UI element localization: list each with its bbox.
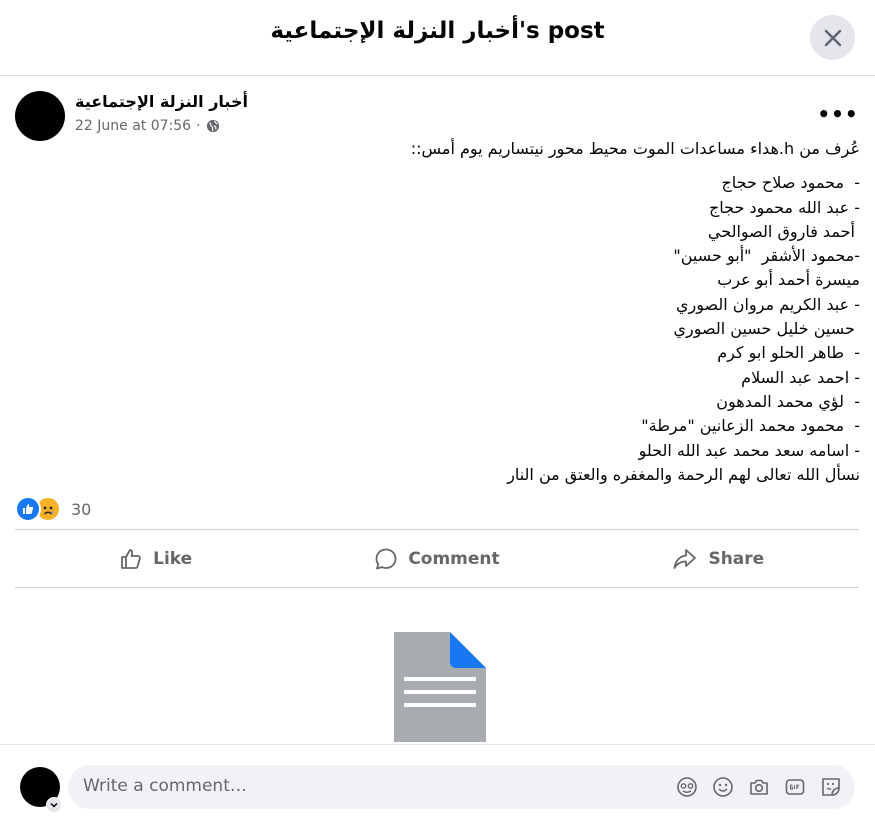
post-line: حسين خليل حسين الصوري	[673, 319, 860, 339]
avatar-sticker-button[interactable]	[675, 775, 699, 799]
post-timestamp[interactable]: 22 June at 07:56	[75, 118, 191, 134]
globe-icon	[206, 119, 219, 133]
like-button[interactable]: Like	[15, 530, 296, 587]
post-meta: 22 June at 07:56 ·	[75, 118, 220, 134]
post-text: عُرف من h.هداء مساعدات الموت محيط محور ن…	[20, 137, 860, 487]
gif-icon	[785, 779, 805, 795]
post-line: -محمود الأشقر "أبو حسين"	[673, 246, 860, 266]
more-options-button[interactable]: •••	[817, 100, 859, 128]
divider	[15, 587, 859, 588]
post-closing: نسأل الله تعالى لهم الرحمة والمغفره والع…	[507, 464, 860, 484]
post-line: - لؤي محمد المدهون	[716, 391, 860, 411]
more-options-icon: •••	[817, 102, 859, 126]
share-label: Share	[708, 548, 765, 569]
comment-label: Comment	[408, 548, 500, 569]
dialog-header: أخبار النزلة الإجتماعية's post	[0, 0, 875, 76]
page-avatar[interactable]	[15, 91, 65, 141]
post-line: أحمد فاروق الصوالحي	[707, 221, 860, 241]
post-line: - طاهر الحلو ابو كرم	[717, 343, 860, 363]
avatar-sticker-icon	[677, 777, 697, 797]
dialog-title: أخبار النزلة الإجتماعية's post	[270, 18, 605, 44]
close-button[interactable]	[810, 15, 855, 60]
post-line: ميسرة أحمد أبو عرب	[717, 270, 860, 290]
post-intro: عُرف من h.هداء مساعدات الموت محيط محور ن…	[410, 139, 860, 158]
post-line: - احمد عبد السلام	[741, 367, 860, 387]
camera-icon	[750, 779, 768, 795]
sticker-icon	[822, 778, 840, 796]
comment-input[interactable]: Write a comment…	[68, 765, 855, 809]
emoji-button[interactable]	[711, 775, 735, 799]
comment-placeholder: Write a comment…	[83, 776, 247, 796]
gif-button[interactable]	[783, 775, 807, 799]
share-button[interactable]: Share	[578, 530, 859, 587]
comment-icon	[375, 548, 397, 569]
page-name-link[interactable]: أخبار النزلة الإجتماعية	[75, 92, 248, 111]
like-label: Like	[153, 548, 193, 569]
document-icon	[394, 632, 486, 742]
profile-switcher[interactable]	[46, 797, 62, 813]
sticker-button[interactable]	[819, 775, 843, 799]
like-reaction-icon	[15, 496, 41, 522]
emoji-icon	[713, 777, 733, 797]
chevron-down-icon	[50, 802, 58, 808]
comment-tools	[675, 775, 843, 799]
share-icon	[674, 548, 697, 569]
reactions-summary[interactable]: 30	[15, 496, 91, 522]
reaction-count: 30	[71, 499, 92, 519]
like-icon	[121, 548, 141, 569]
meta-separator: ·	[196, 118, 201, 134]
post-line: - عبد الكريم مروان الصوري	[675, 294, 860, 314]
post-line: - اسامه سعد محمد عبد الله الحلو	[638, 440, 860, 460]
post-actions: Like Comment Share	[15, 530, 859, 587]
close-icon	[824, 29, 841, 46]
post-line: - عبد الله محمود حجاج	[708, 197, 860, 217]
camera-button[interactable]	[747, 775, 771, 799]
post-line: - محمود صلاح حجاج	[721, 173, 860, 193]
comment-composer: Write a comment…	[0, 744, 875, 833]
post-line: - محمود محمد الزعانين "مرطة"	[641, 416, 860, 436]
comment-button[interactable]: Comment	[296, 530, 577, 587]
